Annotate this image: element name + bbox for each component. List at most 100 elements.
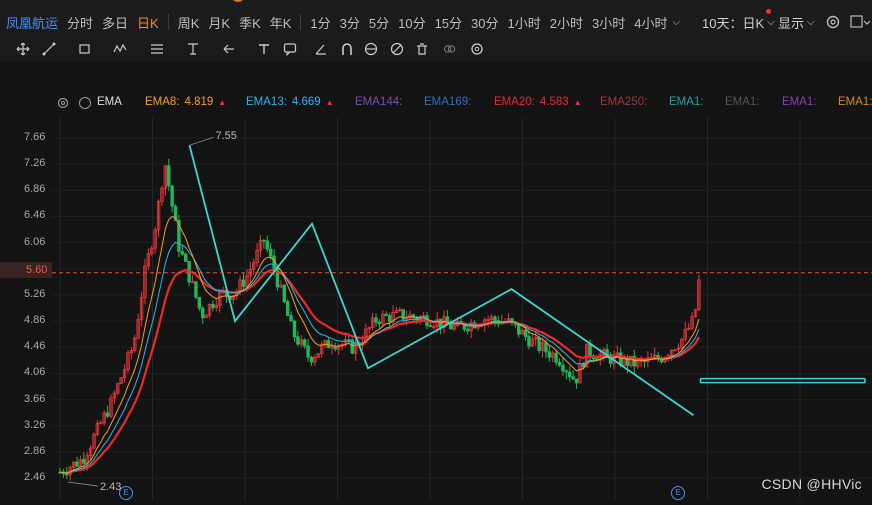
trend-up-icon: ▲	[573, 98, 582, 107]
candle-down	[568, 371, 572, 378]
candle-down	[197, 296, 202, 309]
timeframe-9[interactable]: 5分	[369, 13, 389, 32]
wave-tool-icon[interactable]	[113, 42, 127, 56]
drawing-settings-icon[interactable]	[470, 42, 484, 56]
candle-down	[241, 279, 246, 287]
chevron-down-icon[interactable]: ⌵	[672, 17, 680, 28]
candle-down	[65, 473, 69, 476]
timeframe-5[interactable]: 季K	[239, 13, 261, 32]
candle-down	[517, 324, 521, 335]
fib-tool-icon[interactable]	[150, 42, 164, 56]
display-label: 显示	[778, 15, 805, 31]
candle-down	[265, 240, 269, 250]
candle-down	[296, 336, 300, 345]
link-icon[interactable]	[443, 42, 457, 56]
settings-gear-icon[interactable]	[825, 12, 841, 32]
arrow-tool-icon[interactable]	[222, 42, 236, 56]
period-selector[interactable]: 10天：日K ⌵	[702, 12, 775, 32]
magnet-icon[interactable]	[340, 42, 354, 56]
candle-down	[547, 351, 552, 358]
low-annotation-leader	[67, 481, 99, 487]
timeframe-bar: 凤凰航运 分时 多日 日K 周K 月K 季K 年K 1分 3分 5分 10分 15分 30分 1小时 2小时…	[0, 12, 689, 32]
candle-down	[554, 352, 558, 363]
timeframe-8[interactable]: 3分	[340, 13, 360, 32]
stock-name[interactable]: 凤凰航运	[6, 13, 58, 32]
candle-down	[588, 343, 592, 357]
line-tool-icon[interactable]	[42, 42, 56, 56]
ema-legend-item[interactable]: EMA1:	[669, 96, 704, 108]
ema-label: EMA1:	[669, 96, 704, 108]
indicator-name[interactable]: EMA	[97, 96, 122, 108]
indicator-settings-icon[interactable]	[57, 97, 69, 109]
event-badge[interactable]: E	[119, 486, 133, 500]
ema-legend-item[interactable]: EMA20: 4.583 ▲	[494, 96, 582, 108]
chart-area[interactable]: 7.55 2.43	[0, 118, 872, 500]
candle-down	[75, 461, 79, 467]
period-selector-label: 10天：日K	[702, 15, 765, 31]
timeframe-7[interactable]: 1分	[310, 13, 330, 32]
candle-down	[306, 345, 310, 358]
timeframe-0[interactable]: 分时	[67, 13, 93, 32]
event-badge[interactable]: E	[671, 486, 685, 500]
y-tick-label: 7.26	[24, 157, 46, 170]
candle-down	[466, 328, 470, 332]
timeframe-10[interactable]: 10分	[398, 13, 425, 32]
ema-legend-item[interactable]: EMA169:	[424, 96, 471, 108]
ema-legend-item[interactable]: EMA1:	[782, 96, 817, 108]
rectangle-tool-icon[interactable]	[78, 42, 92, 56]
candle-down	[180, 251, 185, 255]
timeframe-12[interactable]: 30分	[471, 13, 498, 32]
wave-annotation-line	[188, 144, 695, 417]
timeframe-13[interactable]: 1小时	[508, 13, 541, 32]
measure-tool-icon[interactable]	[186, 42, 200, 56]
close-icon[interactable]	[79, 97, 91, 109]
ema-legend-item[interactable]: EMA144:	[355, 96, 402, 108]
candle-down	[272, 255, 276, 271]
timeframe-14[interactable]: 2小时	[550, 13, 583, 32]
candle-down	[170, 185, 174, 207]
candle-down	[527, 336, 531, 347]
high-annotation: 7.55	[216, 130, 237, 142]
ema-legend-item[interactable]: EMA1:	[725, 96, 760, 108]
timeframe-2[interactable]: 日K	[137, 13, 159, 32]
timeframe-6[interactable]: 年K	[270, 13, 292, 32]
timeframe-15[interactable]: 3小时	[592, 13, 625, 32]
ema-label: EMA8:	[145, 96, 180, 108]
move-icon[interactable]	[16, 42, 30, 56]
y-tick-label: 6.86	[24, 183, 46, 196]
ema-legend-item[interactable]: EMA8: 4.819 ▲	[145, 96, 226, 108]
separator	[300, 14, 302, 30]
candle-down	[493, 316, 497, 321]
y-tick-label: 6.06	[24, 235, 46, 248]
candle-down	[201, 307, 205, 319]
timeframe-4[interactable]: 月K	[208, 13, 230, 32]
y-tick-label: 3.26	[24, 418, 46, 431]
ema-value: 4.669	[291, 96, 321, 108]
candle-down	[105, 412, 110, 417]
ema-label: EMA1:	[782, 96, 817, 108]
ema-legend-item[interactable]: EMA1:	[838, 96, 872, 108]
timeframe-11[interactable]: 15分	[435, 13, 462, 32]
ema-legend-item[interactable]: EMA13: 4.669 ▲	[246, 96, 334, 108]
comment-tool-icon[interactable]	[283, 42, 297, 56]
layout-icon[interactable]	[850, 12, 870, 32]
ruler-icon[interactable]	[314, 42, 328, 56]
candle-down	[564, 370, 569, 373]
candle-down	[292, 320, 297, 338]
display-button[interactable]: 显示 ⌵	[778, 12, 815, 32]
ema-legend-item[interactable]: EMA250:	[600, 96, 647, 108]
trend-up-icon: ▲	[325, 98, 334, 107]
y-tick-label: 6.46	[24, 209, 46, 222]
trash-icon[interactable]	[415, 42, 429, 56]
candle-down	[302, 339, 307, 347]
candlestick-chart[interactable]: 7.552.43	[0, 118, 872, 500]
timeframe-1[interactable]: 多日	[102, 13, 128, 32]
text-tool-icon[interactable]	[257, 42, 271, 56]
candle-down	[333, 346, 337, 350]
timeframe-16[interactable]: 4小时	[634, 13, 667, 32]
lock-drawing-icon[interactable]	[364, 42, 378, 56]
chevron-down-icon: ⌵	[807, 16, 815, 28]
hide-drawing-icon[interactable]	[390, 42, 404, 56]
timeframe-3[interactable]: 周K	[178, 13, 200, 32]
candle-down	[282, 284, 286, 302]
